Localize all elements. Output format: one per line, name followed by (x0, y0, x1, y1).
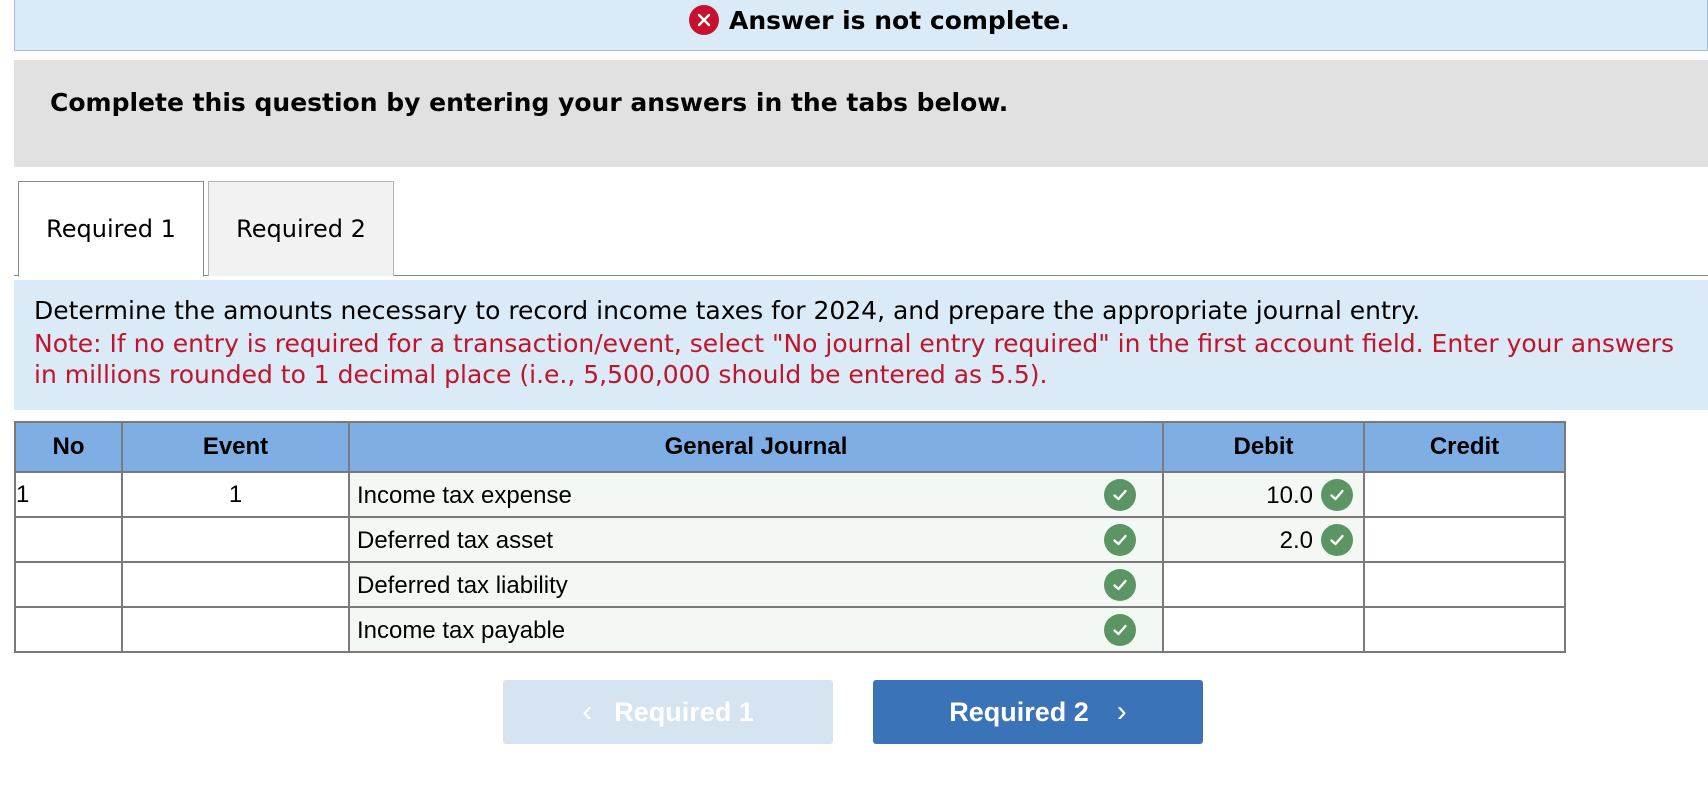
account-name: Deferred tax asset (357, 527, 554, 554)
event-cell (121, 561, 350, 608)
prev-required-1-button[interactable]: ‹ Required 1 (503, 680, 833, 744)
question-text: Determine the amounts necessary to recor… (34, 296, 1421, 325)
table-row: Deferred tax asset 2.0 (14, 516, 1566, 563)
debit-field[interactable] (1162, 561, 1365, 608)
journal-table: No Event General Journal Debit Credit 1 … (14, 421, 1566, 653)
debit-field[interactable]: 10.0 (1162, 471, 1365, 518)
chevron-left-icon: ‹ (582, 695, 593, 728)
question-box: Determine the amounts necessary to recor… (14, 280, 1708, 410)
event-cell (121, 516, 350, 563)
table-row: 1 1 Income tax expense 10.0 (14, 471, 1566, 518)
debit-value: 2.0 (1279, 527, 1313, 554)
prev-button-label: Required 1 (614, 696, 754, 727)
account-name: Income tax payable (357, 617, 566, 644)
check-icon (1321, 479, 1353, 511)
next-button-label: Required 2 (949, 696, 1089, 727)
debit-value: 10.0 (1266, 482, 1313, 509)
instructions-text: Complete this question by entering your … (50, 88, 1009, 117)
question-note: Note: If no entry is required for a tran… (34, 329, 1675, 389)
status-banner: Answer is not complete. (14, 0, 1708, 51)
table-row: Deferred tax liability (14, 561, 1566, 608)
banner-content: Answer is not complete. (689, 3, 1070, 37)
banner-text: Answer is not complete. (729, 5, 1070, 35)
header-credit: Credit (1363, 421, 1566, 473)
tab-required-1[interactable]: Required 1 (18, 181, 204, 277)
header-no: No (14, 421, 123, 473)
account-name: Income tax expense (357, 482, 572, 509)
no-cell (14, 561, 123, 608)
chevron-right-icon: › (1116, 695, 1127, 728)
header-general-journal: General Journal (348, 421, 1164, 473)
account-field[interactable]: Deferred tax liability (348, 561, 1164, 608)
check-icon (1104, 524, 1136, 556)
tab-required-2[interactable]: Required 2 (208, 181, 394, 276)
header-debit: Debit (1162, 421, 1365, 473)
account-name: Deferred tax liability (357, 572, 568, 599)
debit-field[interactable]: 2.0 (1162, 516, 1365, 563)
header-event: Event (121, 421, 350, 473)
event-cell (121, 606, 350, 653)
no-cell: 1 (14, 471, 123, 518)
credit-field[interactable] (1363, 471, 1566, 518)
next-required-2-button[interactable]: Required 2 › (873, 680, 1203, 744)
no-cell (14, 606, 123, 653)
credit-field[interactable] (1363, 561, 1566, 608)
page: Answer is not complete. Complete this qu… (0, 0, 1708, 792)
check-icon (1104, 479, 1136, 511)
account-field[interactable]: Income tax expense (348, 471, 1164, 518)
tab-label: Required 2 (236, 215, 366, 243)
debit-field[interactable] (1162, 606, 1365, 653)
credit-field[interactable] (1363, 606, 1566, 653)
event-cell: 1 (121, 471, 350, 518)
table-header-row: No Event General Journal Debit Credit (14, 421, 1566, 473)
instructions-panel: Complete this question by entering your … (14, 60, 1708, 167)
tab-label: Required 1 (46, 215, 176, 243)
no-cell (14, 516, 123, 563)
table-row: Income tax payable (14, 606, 1566, 653)
check-icon (1104, 614, 1136, 646)
check-icon (1104, 569, 1136, 601)
account-field[interactable]: Deferred tax asset (348, 516, 1164, 563)
account-field[interactable]: Income tax payable (348, 606, 1164, 653)
check-icon (1321, 524, 1353, 556)
credit-field[interactable] (1363, 516, 1566, 563)
x-circle-icon (689, 5, 719, 35)
